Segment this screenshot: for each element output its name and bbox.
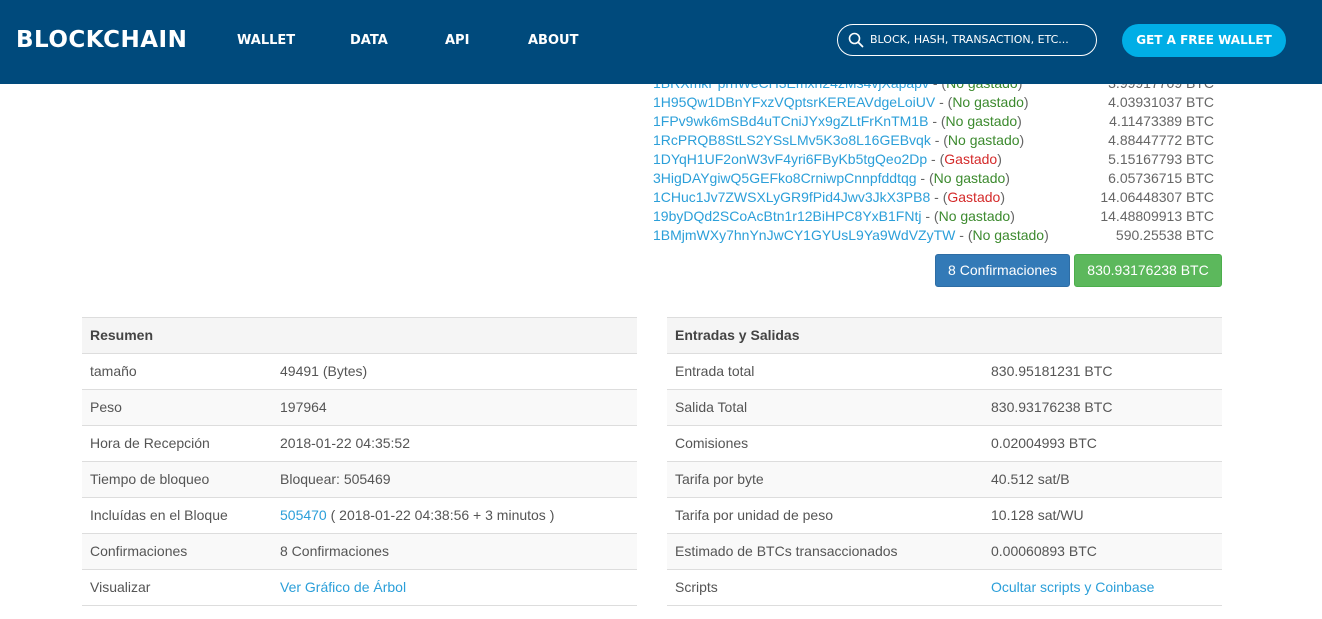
row-label: Estimado de BTCs transaccionados xyxy=(675,543,898,559)
confirmations-button[interactable]: 8 Confirmaciones xyxy=(935,254,1070,287)
row-value: 0.02004993 BTC xyxy=(991,435,1097,451)
output-address-link[interactable]: 1BMjmWXy7hnYnJwCY1GYUsL9Ya9WdVZyTW xyxy=(653,227,955,243)
row-label: Scripts xyxy=(675,579,718,595)
output-amount: 14.06448307 BTC xyxy=(1100,189,1214,205)
table-row: Estimado de BTCs transaccionados 0.00060… xyxy=(667,534,1222,570)
output-amount: 4.03931037 BTC xyxy=(1108,94,1214,110)
row-value: 10.128 sat/WU xyxy=(991,507,1084,523)
output-row: 1CHuc1Jv7ZWSXLyGR9fPid4Jwv3JkX3PB8 - (Ga… xyxy=(653,189,1214,205)
output-row: 1FPv9wk6mSBd4uTCniJYx9gZLtFrKnTM1B - (No… xyxy=(653,113,1214,129)
total-output-button[interactable]: 830.93176238 BTC xyxy=(1074,254,1222,287)
row-value: 830.95181231 BTC xyxy=(991,363,1113,379)
row-value: Bloquear: 505469 xyxy=(280,471,391,487)
summary-table: Resumen tamaño 49491 (Bytes) Peso 197964… xyxy=(82,317,637,606)
table-row: Tiempo de bloqueo Bloquear: 505469 xyxy=(82,462,637,498)
nav-data[interactable]: DATA xyxy=(350,33,388,48)
row-value: 40.512 sat/B xyxy=(991,471,1070,487)
output-row: 1H95Qw1DBnYFxzVQptsrKEREAVdgeLoiUV - (No… xyxy=(653,94,1214,110)
output-address-link[interactable]: 1H95Qw1DBnYFxzVQptsrKEREAVdgeLoiUV xyxy=(653,94,935,110)
output-status: No gastado xyxy=(933,170,1006,186)
output-status: No gastado xyxy=(952,94,1024,110)
row-label: Comisiones xyxy=(675,435,749,451)
output-amount: 5.15167793 BTC xyxy=(1108,151,1214,167)
output-amount: 6.05736715 BTC xyxy=(1108,170,1214,186)
row-value: 49491 (Bytes) xyxy=(280,363,368,379)
hide-scripts-link[interactable]: Ocultar scripts y Coinbase xyxy=(991,570,1154,605)
table-row: Visualizar Ver Gráfico de Árbol xyxy=(82,570,637,606)
nav-about[interactable]: ABOUT xyxy=(528,33,578,48)
row-value: 8 Confirmaciones xyxy=(280,543,389,559)
row-label: Incluídas en el Bloque xyxy=(90,507,228,523)
output-address-link[interactable]: 1DYqH1UF2onW3vF4yri6FByKb5tgQeo2Dp xyxy=(653,151,927,167)
search-box[interactable] xyxy=(837,24,1097,56)
output-row: 1RcPRQB8StLS2YSsLMv5K3o8L16GEBvqk - (No … xyxy=(653,132,1214,148)
row-value: 0.00060893 BTC xyxy=(991,543,1097,559)
table-row: Tarifa por byte 40.512 sat/B xyxy=(667,462,1222,498)
outputs-list: 1BRXmkPprhWeCH3Emxh24zMs4vjXapapv - (No … xyxy=(653,74,1214,245)
table-row: Salida Total 830.93176238 BTC xyxy=(667,390,1222,426)
row-label: Visualizar xyxy=(90,579,151,595)
row-value: 505470 ( 2018-01-22 04:38:56 + 3 minutos… xyxy=(280,498,554,533)
table-row: Hora de Recepción 2018-01-22 04:35:52 xyxy=(82,426,637,462)
row-label: Tarifa por byte xyxy=(675,471,764,487)
table-row: Entrada total 830.95181231 BTC xyxy=(667,354,1222,390)
output-row: 1BMjmWXy7hnYnJwCY1GYUsL9Ya9WdVZyTW - (No… xyxy=(653,227,1214,243)
row-label: Entrada total xyxy=(675,363,755,379)
output-row: 3HigDAYgiwQ5GEFko8CrniwpCnnpfddtqg - (No… xyxy=(653,170,1214,186)
logo[interactable]: BLOCKCHAIN xyxy=(16,27,187,53)
output-address-link[interactable]: 19byDQd2SCoAcBtn1r12BiHPC8YxB1FNtj xyxy=(653,208,921,224)
search-input[interactable] xyxy=(870,25,1092,54)
row-label: tamaño xyxy=(90,363,137,379)
block-link[interactable]: 505470 xyxy=(280,507,327,523)
get-free-wallet-button[interactable]: GET A FREE WALLET xyxy=(1122,24,1286,57)
table-row: Tarifa por unidad de peso 10.128 sat/WU xyxy=(667,498,1222,534)
output-status: Gastado xyxy=(947,189,1001,205)
output-address-link[interactable]: 3HigDAYgiwQ5GEFko8CrniwpCnnpfddtqg xyxy=(653,170,917,186)
row-value: 830.93176238 BTC xyxy=(991,399,1113,415)
nav-wallet[interactable]: WALLET xyxy=(237,33,295,48)
output-status: No gastado xyxy=(945,113,1018,129)
table-row: Scripts Ocultar scripts y Coinbase xyxy=(667,570,1222,606)
output-address-link[interactable]: 1RcPRQB8StLS2YSsLMv5K3o8L16GEBvqk xyxy=(653,132,931,148)
output-row: 1DYqH1UF2onW3vF4yri6FByKb5tgQeo2Dp - (Ga… xyxy=(653,151,1214,167)
tree-chart-link[interactable]: Ver Gráfico de Árbol xyxy=(280,570,406,605)
output-amount: 4.11473389 BTC xyxy=(1109,113,1214,129)
block-time: ( 2018-01-22 04:38:56 + 3 minutos ) xyxy=(326,507,555,523)
row-value: 2018-01-22 04:35:52 xyxy=(280,435,410,451)
table-row: Confirmaciones 8 Confirmaciones xyxy=(82,534,637,570)
row-value: 197964 xyxy=(280,399,327,415)
row-label: Confirmaciones xyxy=(90,543,188,559)
io-title: Entradas y Salidas xyxy=(667,318,1222,354)
output-address-link[interactable]: 1FPv9wk6mSBd4uTCniJYx9gZLtFrKnTM1B xyxy=(653,113,928,129)
row-label: Hora de Recepción xyxy=(90,435,210,451)
row-label: Tarifa por unidad de peso xyxy=(675,507,833,523)
row-label: Tiempo de bloqueo xyxy=(90,471,210,487)
nav-api[interactable]: API xyxy=(445,33,469,48)
search-icon xyxy=(848,32,864,48)
output-status: No gastado xyxy=(947,132,1020,148)
output-amount: 4.88447772 BTC xyxy=(1108,132,1214,148)
row-label: Salida Total xyxy=(675,399,748,415)
summary-title: Resumen xyxy=(82,318,637,354)
output-address-link[interactable]: 1CHuc1Jv7ZWSXLyGR9fPid4Jwv3JkX3PB8 xyxy=(653,189,930,205)
site-header: BLOCKCHAIN WALLET DATA API ABOUT GET A F… xyxy=(0,0,1322,84)
table-row: tamaño 49491 (Bytes) xyxy=(82,354,637,390)
output-amount: 14.48809913 BTC xyxy=(1100,208,1214,224)
table-row: Peso 197964 xyxy=(82,390,637,426)
output-amount: 590.25538 BTC xyxy=(1115,227,1214,243)
output-status: No gastado xyxy=(938,208,1011,224)
inputs-outputs-table: Entradas y Salidas Entrada total 830.951… xyxy=(667,317,1222,606)
output-status: Gastado xyxy=(944,151,998,167)
output-status: No gastado xyxy=(972,227,1045,243)
table-row: Incluídas en el Bloque 505470 ( 2018-01-… xyxy=(82,498,637,534)
table-row: Comisiones 0.02004993 BTC xyxy=(667,426,1222,462)
row-label: Peso xyxy=(90,399,122,415)
output-row: 19byDQd2SCoAcBtn1r12BiHPC8YxB1FNtj - (No… xyxy=(653,208,1214,224)
